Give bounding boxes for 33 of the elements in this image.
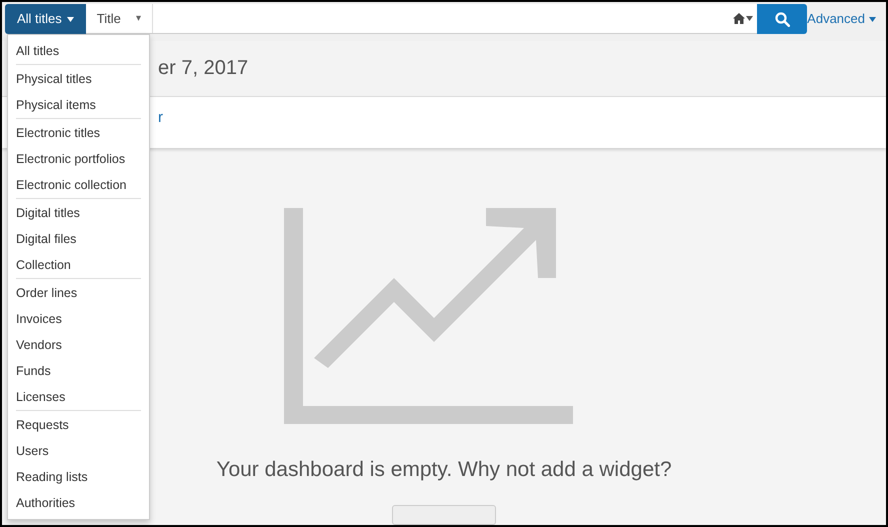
caret-icon [66,16,74,22]
header-link[interactable]: r [158,106,163,130]
search-button[interactable] [757,4,808,34]
menu-item[interactable]: Electronic titles [16,120,141,146]
home-icon [733,13,746,24]
field-select[interactable]: Title ▾ [86,4,153,33]
caret-icon [869,16,876,22]
menu-item[interactable]: Vendors [16,332,141,358]
menu-item[interactable]: Electronic portfolios [16,146,141,172]
menu-item[interactable]: Collection [16,252,141,278]
menu-item[interactable]: Authorities [16,490,141,516]
search-field[interactable]: Title ▾ [86,4,758,34]
menu-item[interactable]: Requests [16,412,141,438]
menu-item[interactable]: Digital files [16,226,141,252]
caret-icon [746,16,754,21]
menu-item[interactable]: Invoices [16,306,141,332]
empty-message: Your dashboard is empty. Why not add a widget? [216,456,672,482]
search-icon [774,12,790,26]
home-dropdown[interactable] [733,13,754,24]
dashboard-date: er 7, 2017 [158,56,248,82]
menu-item[interactable]: Order lines [16,280,141,306]
menu-item[interactable]: Reading lists [16,464,141,490]
menu-item[interactable]: All titles [16,38,141,64]
menu-item[interactable]: Electronic collection [16,172,141,198]
scope-button[interactable]: All titles [5,4,86,34]
menu-item[interactable]: Physical items [16,92,141,118]
menu-item[interactable]: Funds [16,358,141,384]
menu-item[interactable]: Users [16,438,141,464]
menu-item[interactable]: Physical titles [16,66,141,92]
menu-item[interactable]: Digital titles [16,200,141,226]
chart-icon [284,208,574,426]
menu-item[interactable]: Licenses [16,384,141,410]
advanced-link[interactable]: Advanced [807,4,876,34]
